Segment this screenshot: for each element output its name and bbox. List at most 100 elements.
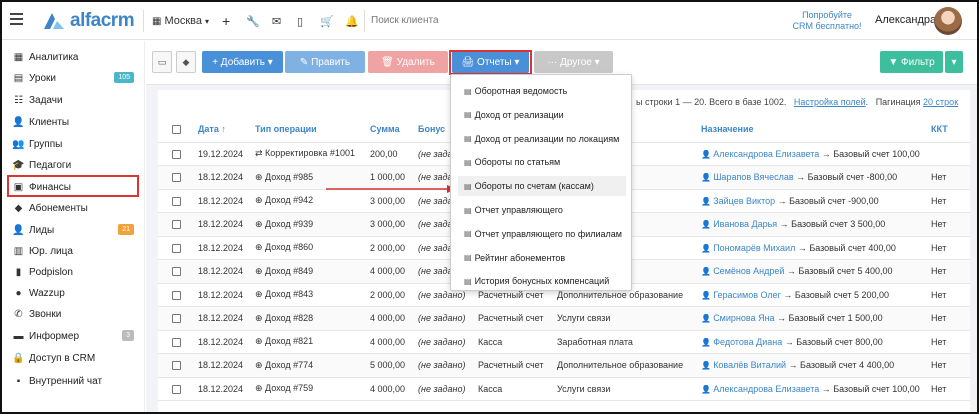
branch-selector[interactable]: ▦ Москва ▾ <box>152 13 209 29</box>
search-input[interactable]: Поиск клиента <box>371 15 439 26</box>
sidebar-item-12[interactable]: ✆ Звонки <box>12 305 136 323</box>
cart-icon[interactable]: 🛒 <box>320 13 334 29</box>
column-header-op-type[interactable]: Тип операции <box>251 116 366 143</box>
filter-dropdown-button[interactable]: ▾ <box>945 51 963 73</box>
user-icon: 👤 <box>701 361 714 371</box>
report-menu-label: Рейтинг абонементов <box>474 252 566 263</box>
add-user-icon: 👤 <box>12 224 25 236</box>
tag-icon[interactable]: ◆ <box>176 51 196 73</box>
cell-op-type[interactable]: ⊕ Доход #939 <box>251 212 366 237</box>
sidebar-item-10[interactable]: ▮ Podpislon <box>12 263 136 281</box>
delete-button[interactable]: 🗑 Удалить <box>368 51 448 73</box>
view-toggle-icon[interactable]: ▭ <box>152 51 172 73</box>
client-link[interactable]: Пономарёв Михаил <box>713 243 795 253</box>
user-icon: 👤 <box>701 220 714 230</box>
client-link[interactable]: Иванова Дарья <box>713 219 777 229</box>
sidebar-item-6[interactable]: ▣ Финансы <box>12 178 136 196</box>
add-button[interactable]: + Добавить ▾ <box>202 51 283 73</box>
cell-op-type[interactable]: ⊕ Доход #860 <box>251 236 366 260</box>
cell-op-type[interactable]: ⊕ Доход #774 <box>251 353 366 378</box>
mail-icon[interactable]: ✉ <box>272 13 281 29</box>
cell-op-type[interactable]: ⊕ Доход #843 <box>251 283 366 307</box>
sidebar-item-11[interactable]: ● Wazzup <box>12 284 136 302</box>
report-menu-item-6[interactable]: ▤ Отчет управляющего по филиалам <box>458 224 626 244</box>
client-link[interactable]: Шарапов Вячеслав <box>713 172 793 182</box>
logo[interactable]: alfacrm <box>42 10 135 32</box>
sidebar-item-9[interactable]: ▥ Юр. лица <box>12 242 136 260</box>
table-row[interactable]: 18.12.2024 ⊕ Доход #828 4 000,00 (не задано… <box>158 306 970 331</box>
add-icon[interactable]: + <box>222 13 230 29</box>
sidebar-item-8[interactable]: 👤 Лиды 21 <box>12 221 136 239</box>
report-menu-item-3[interactable]: ▤ Обороты по статьям <box>458 152 626 172</box>
filter-button[interactable]: ▼ Фильтр <box>880 51 943 73</box>
sidebar-item-7[interactable]: ◆ Абонементы <box>12 199 136 217</box>
report-menu-item-5[interactable]: ▤ Отчет управляющего <box>458 200 626 220</box>
table-row[interactable]: 18.12.2024 ⊕ Доход #821 4 000,00 (не задано… <box>158 330 970 354</box>
cell-op-type[interactable]: ⊕ Доход #849 <box>251 259 366 284</box>
client-link[interactable]: Семёнов Андрей <box>713 266 784 276</box>
cell-sum: 5 000,00 <box>366 353 414 378</box>
cell-op-type[interactable]: ⊕ Доход #828 <box>251 306 366 331</box>
branch-label: Москва <box>164 15 203 27</box>
sidebar-item-4[interactable]: 👥 Группы <box>12 135 136 153</box>
edit-button[interactable]: ✎ Править <box>285 51 365 73</box>
table-row[interactable]: 18.12.2024 ⊕ Доход #759 4 000,00 (не задано… <box>158 377 970 401</box>
pagination-link[interactable]: 20 строк <box>923 97 958 107</box>
sidebar-item-13[interactable]: ▬ Информер 3 <box>12 327 136 345</box>
row-checkbox[interactable] <box>171 149 181 159</box>
report-menu-label: Отчет управляющего <box>474 205 563 215</box>
report-menu-item-8[interactable]: ▤ История бонусных компенсаций <box>458 271 626 291</box>
row-checkbox[interactable] <box>171 243 181 253</box>
sidebar-item-2[interactable]: ☷ Задачи <box>12 91 136 109</box>
row-checkbox[interactable] <box>171 290 181 300</box>
cell-bonus: (не задано) <box>414 377 474 401</box>
sidebar-item-15[interactable]: ▪ Внутренний чат <box>12 372 136 390</box>
menu-icon[interactable] <box>10 13 23 25</box>
promo-link[interactable]: Попробуйте CRM бесплатно! <box>790 10 864 32</box>
cell-op-type[interactable]: ⊕ Доход #821 <box>251 330 366 354</box>
cell-op-type[interactable]: ⊕ Доход #759 <box>251 377 366 401</box>
column-header-destination[interactable]: Назначение <box>697 116 927 143</box>
report-menu-item-0[interactable]: ▤ Оборотная ведомость <box>458 81 626 101</box>
report-menu-item-1[interactable]: ▤ Доход от реализации <box>458 105 626 125</box>
avatar[interactable] <box>934 7 962 35</box>
client-link[interactable]: Федотова Диана <box>713 337 782 347</box>
sidebar-item-1[interactable]: ▤ Уроки 105 <box>12 69 136 87</box>
select-all-checkbox[interactable] <box>171 124 181 134</box>
client-link[interactable]: Зайцев Виктор <box>713 196 775 206</box>
table-row[interactable]: 18.12.2024 ⊕ Доход #774 5 000,00 (не задано… <box>158 353 970 378</box>
row-checkbox[interactable] <box>171 220 181 230</box>
sidebar-item-0[interactable]: ▦ Аналитика <box>12 48 136 66</box>
report-menu-item-4[interactable]: ▤ Обороты по счетам (кассам) <box>458 176 626 197</box>
row-checkbox[interactable] <box>171 337 181 347</box>
sidebar-item-14[interactable]: 🔒 Доступ в CRM <box>12 349 136 367</box>
row-checkbox[interactable] <box>171 361 181 371</box>
client-link[interactable]: Смирнова Яна <box>713 313 774 323</box>
row-checkbox[interactable] <box>171 314 181 324</box>
client-link[interactable]: Ковалёв Виталий <box>713 360 786 370</box>
cell-op-type[interactable]: ⇄ Корректировка #1001 <box>251 142 366 166</box>
bell-icon[interactable]: 🔔 <box>345 13 359 29</box>
column-header-date[interactable]: Дата ↑ <box>194 116 251 143</box>
user-name[interactable]: Александра <box>875 14 936 26</box>
client-link[interactable]: Александрова Елизавета <box>713 149 819 159</box>
row-checkbox[interactable] <box>171 196 181 206</box>
cell-date: 18.12.2024 <box>194 259 251 284</box>
column-header-sum[interactable]: Сумма <box>366 116 414 143</box>
sidebar-item-label: Клиенты <box>29 116 70 128</box>
row-checkbox[interactable] <box>171 384 181 394</box>
settings-link[interactable]: Настройка полей <box>794 97 866 107</box>
report-menu-item-2[interactable]: ▤ Доход от реализации по локациям <box>458 129 626 149</box>
wrench-icon[interactable]: 🔧 <box>246 13 260 29</box>
client-link[interactable]: Герасимов Олег <box>713 290 781 300</box>
column-header-kkt[interactable]: ККТ <box>927 116 970 143</box>
annotation-arrow <box>326 185 456 193</box>
sidebar-item-5[interactable]: 🎓 Педагоги <box>12 156 136 174</box>
report-menu-item-7[interactable]: ▤ Рейтинг абонементов <box>458 248 626 268</box>
row-checkbox[interactable] <box>171 173 181 183</box>
row-checkbox[interactable] <box>171 267 181 277</box>
mobile-icon[interactable]: ▯ <box>297 13 303 29</box>
client-link[interactable]: Александрова Елизавета <box>713 384 819 394</box>
sidebar-item-3[interactable]: 👤 Клиенты <box>12 113 136 131</box>
other-button[interactable]: ··· Другое ▾ <box>534 51 613 73</box>
